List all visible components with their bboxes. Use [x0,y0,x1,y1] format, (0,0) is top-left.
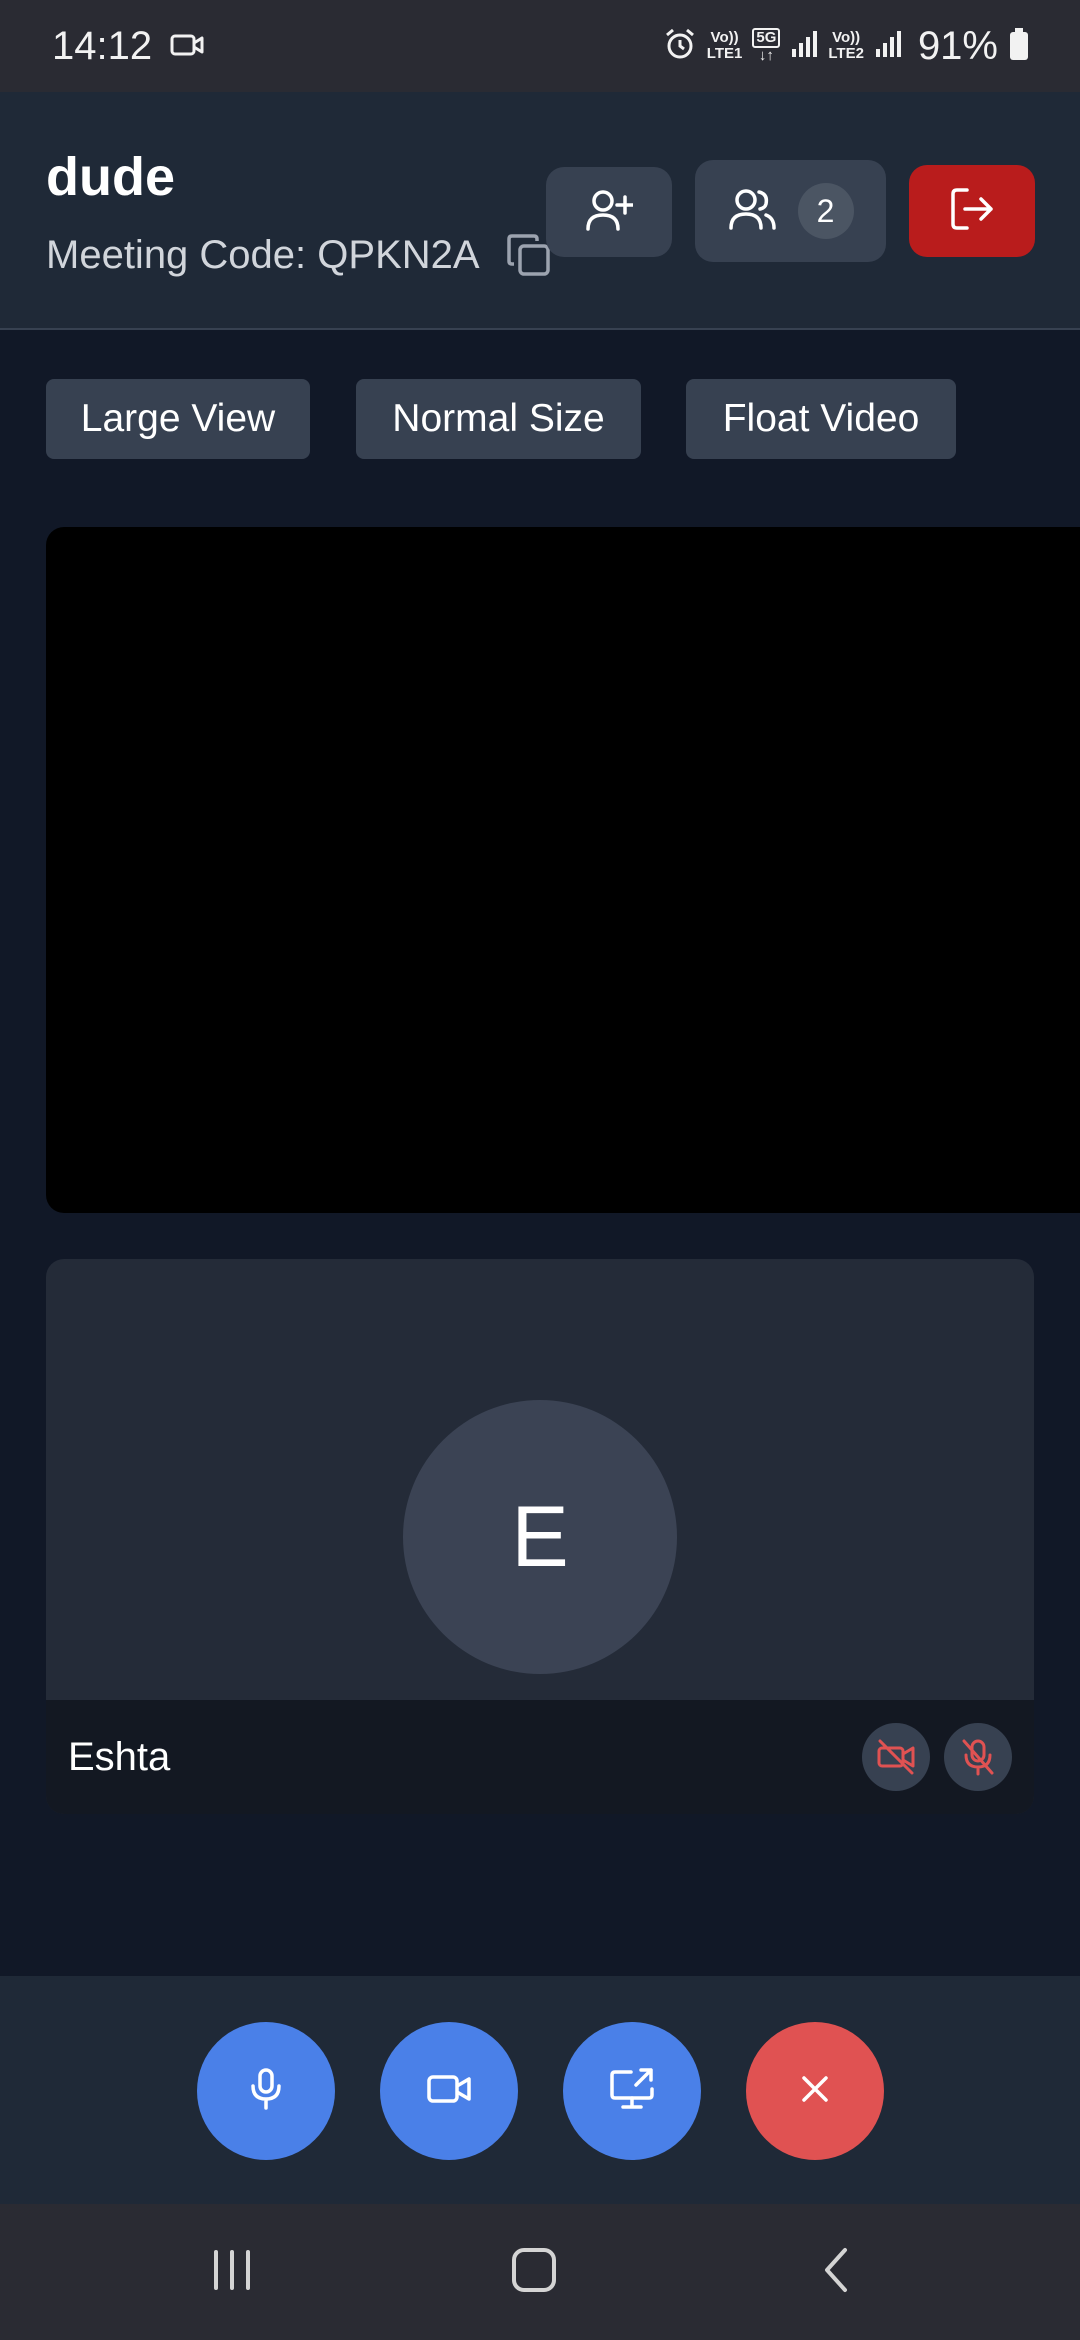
network-lte2: Vo)) LTE2 [828,30,864,62]
network-lte1: Vo)) LTE1 [707,30,743,62]
signal-icon [790,29,818,64]
large-view-button[interactable]: Large View [46,379,310,459]
back-icon [821,2246,851,2299]
participant-footer: Eshta [46,1700,1034,1814]
participant-count-badge: 2 [797,183,854,239]
status-bar: 14:12 Vo)) LTE1 5G ↓↑ Vo)) LTE2 91% [0,0,1080,92]
add-person-icon [585,187,635,238]
avatar: E [403,1400,677,1674]
mic-off-icon [944,1723,1012,1791]
net1-lte: LTE1 [706,45,743,62]
participants-button[interactable]: 2 [695,160,886,262]
meeting-code-row: Meeting Code: QPKN2A [46,232,552,278]
main-video-area[interactable] [46,527,1080,1213]
camera-off-icon [862,1723,930,1791]
meeting-header: dude Meeting Code: QPKN2A 2 [0,92,1080,330]
microphone-button[interactable] [197,2022,335,2160]
participant-status-icons [862,1723,1012,1791]
home-icon [511,2247,557,2298]
signal-icon [874,29,902,64]
participants-icon [728,186,776,237]
alarm-icon [663,27,697,66]
call-controls [0,1976,1080,2204]
meeting-code: Meeting Code: QPKN2A [46,232,480,277]
back-button[interactable] [796,2242,876,2302]
data-arrows-icon: ↓↑ [758,47,774,64]
camera-button[interactable] [380,2022,518,2160]
meeting-title: dude [46,147,175,207]
screen-share-button[interactable] [563,2022,701,2160]
participant-tile[interactable]: E Eshta [46,1259,1034,1814]
system-navigation-bar [0,2204,1080,2340]
video-recording-icon [170,24,204,69]
microphone-icon [246,2067,286,2116]
screen-share-icon [609,2067,655,2116]
net2-volte: Vo)) [832,29,861,46]
copy-icon[interactable] [506,232,552,278]
participant-name: Eshta [68,1734,171,1779]
leave-icon [949,186,995,237]
normal-size-button[interactable]: Normal Size [356,379,641,459]
leave-meeting-button[interactable] [909,165,1035,257]
network-5g: 5G ↓↑ [752,28,781,64]
video-camera-icon [426,2072,472,2111]
battery-icon [1008,27,1030,66]
net-5g-label: 5G [752,28,781,48]
net1-volte: Vo)) [710,29,739,46]
add-participant-button[interactable] [546,167,672,257]
clock: 14:12 [52,23,153,68]
end-call-button[interactable] [746,2022,884,2160]
recents-icon [210,2248,254,2297]
home-button[interactable] [494,2242,574,2302]
battery-percent: 91% [917,23,998,68]
close-icon [798,2072,832,2111]
float-video-button[interactable]: Float Video [686,379,956,459]
net2-lte: LTE2 [828,45,864,62]
recents-button[interactable] [192,2242,272,2302]
